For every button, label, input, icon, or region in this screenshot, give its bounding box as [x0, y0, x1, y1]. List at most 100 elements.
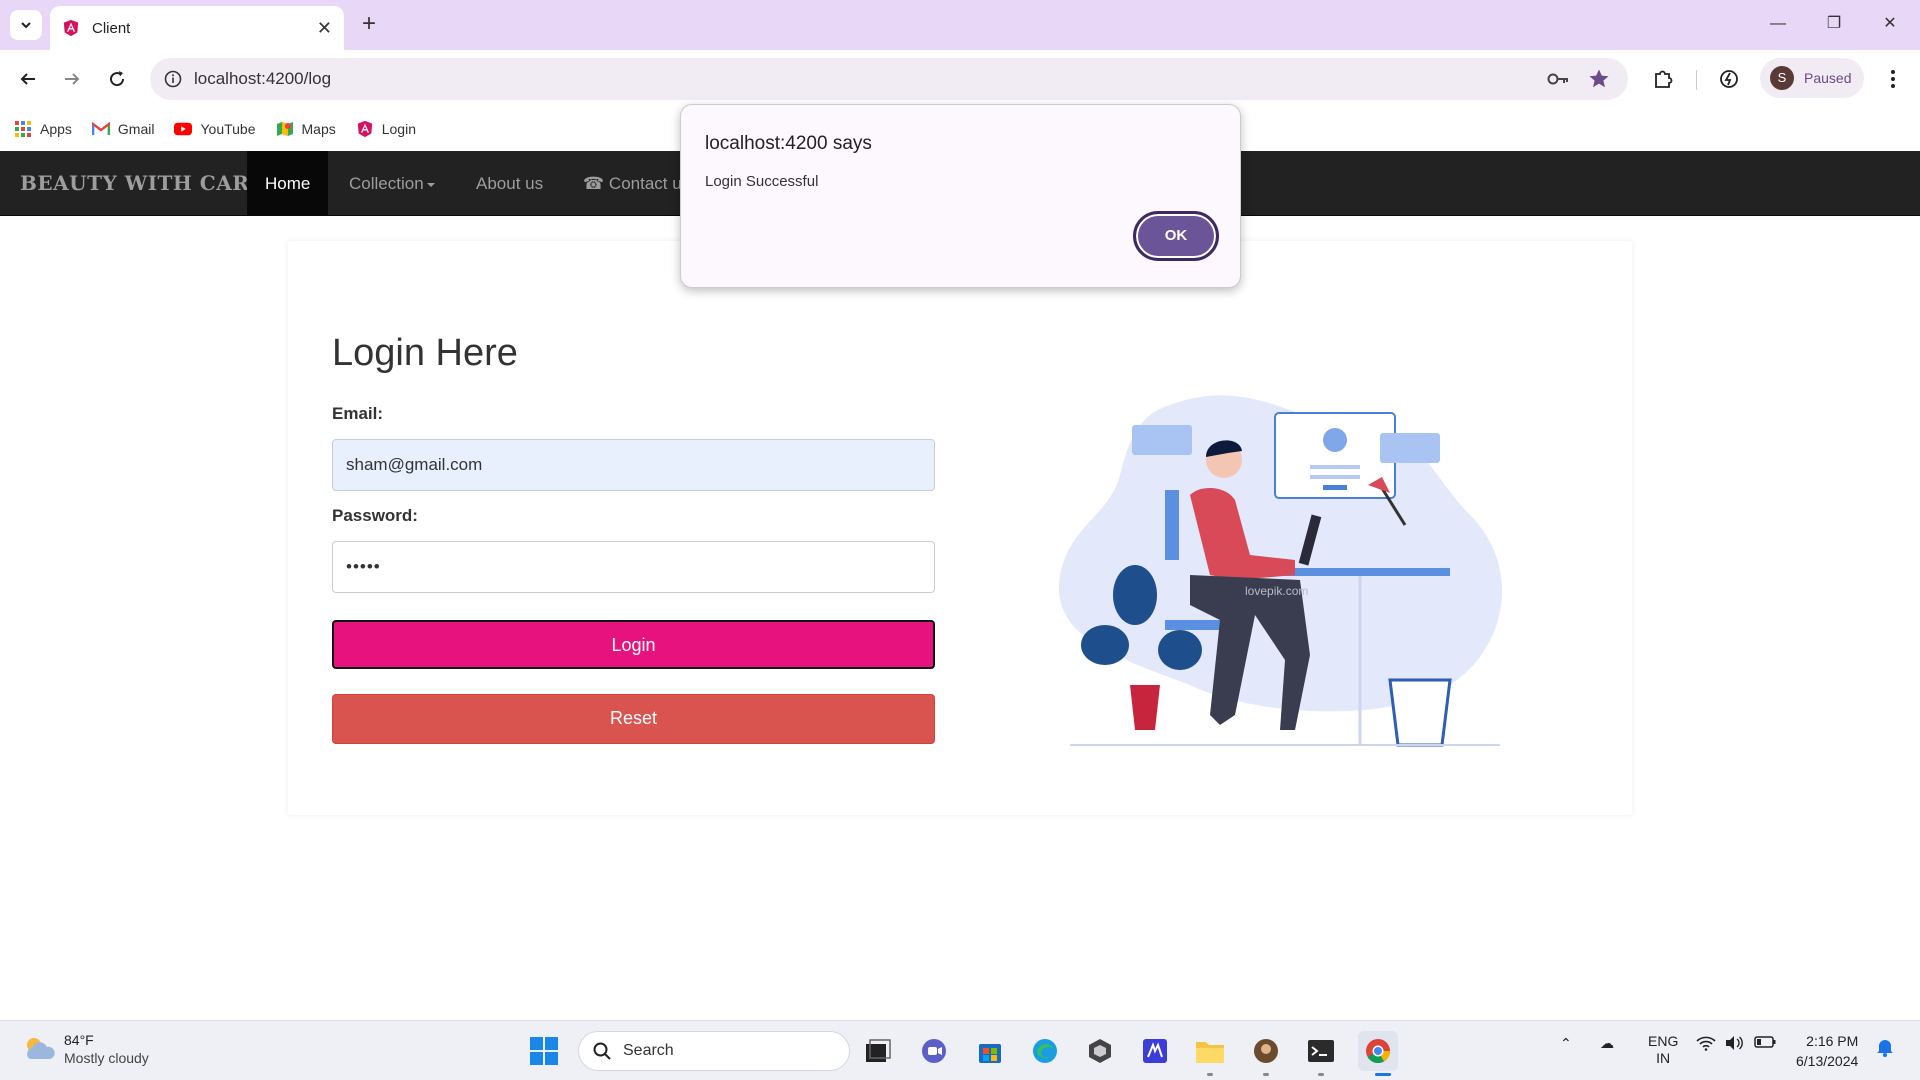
angular-icon	[63, 19, 79, 37]
arrow-left-icon	[20, 73, 35, 85]
tab-close-icon[interactable]: ✕	[317, 18, 332, 39]
password-key-icon[interactable]	[1544, 64, 1574, 94]
new-tab-button[interactable]: +	[354, 10, 384, 40]
clock-time: 2:16 PM	[1806, 1033, 1859, 1049]
reload-button[interactable]	[102, 64, 132, 94]
nav-label: Contact u	[608, 174, 682, 193]
password-label: Password:	[332, 506, 418, 525]
language-code: ENG	[1648, 1033, 1679, 1049]
wifi-icon[interactable]	[1696, 1035, 1716, 1054]
toolbar-divider	[1696, 70, 1697, 90]
bookmark-star-icon[interactable]	[1584, 64, 1614, 94]
unity-app-icon[interactable]	[1082, 1033, 1118, 1069]
nav-about[interactable]: About us	[458, 151, 561, 216]
restore-button[interactable]: ❐	[1814, 10, 1854, 40]
bookmark-maps[interactable]: Maps	[276, 120, 336, 138]
caret-down-icon	[426, 182, 435, 187]
extensions-puzzle-icon[interactable]	[1648, 64, 1678, 94]
bookmark-label: Apps	[40, 121, 72, 137]
running-indicator	[1207, 1073, 1213, 1076]
bookmark-apps[interactable]: Apps	[14, 120, 72, 138]
store-icon[interactable]	[972, 1033, 1008, 1069]
back-button[interactable]	[13, 64, 43, 94]
bookmark-gmail[interactable]: Gmail	[91, 120, 154, 138]
edge-browser-icon[interactable]	[1027, 1033, 1063, 1069]
bookmark-label: YouTube	[200, 121, 256, 137]
bookmark-label: Maps	[301, 121, 336, 137]
reset-button[interactable]: Reset	[332, 694, 935, 744]
chevron-down-icon	[21, 22, 31, 29]
browser-tab[interactable]: Client ✕	[50, 6, 344, 50]
alert-dialog: localhost:4200 says Login Successful OK	[680, 104, 1241, 288]
chat-app-icon[interactable]	[916, 1033, 952, 1069]
nav-collection[interactable]: Collection	[331, 151, 453, 216]
bookmark-youtube[interactable]: YouTube	[174, 120, 256, 138]
page-title: Login Here	[332, 332, 518, 374]
taskbar-search[interactable]: Search	[578, 1031, 850, 1071]
performance-icon[interactable]	[1714, 64, 1744, 94]
angular-icon	[356, 120, 374, 138]
minimize-button[interactable]: —	[1758, 10, 1798, 40]
email-field[interactable]: sham@gmail.com	[332, 439, 935, 491]
nav-home[interactable]: Home	[247, 151, 329, 216]
login-button[interactable]: Login	[332, 620, 935, 669]
brand-logo[interactable]: BEAUTY WITH CARE	[20, 171, 265, 195]
reload-icon	[110, 71, 125, 87]
weather-widget[interactable]: 84°F Mostly cloudy	[22, 1031, 149, 1067]
profile-status: Paused	[1804, 70, 1852, 86]
gmail-icon	[91, 120, 110, 138]
volume-icon[interactable]	[1724, 1035, 1744, 1054]
battery-icon[interactable]	[1754, 1035, 1776, 1052]
start-button[interactable]	[526, 1033, 562, 1069]
profile-button[interactable]: S Paused	[1760, 58, 1864, 98]
weather-description: Mostly cloudy	[64, 1050, 149, 1066]
nav-label: About us	[476, 174, 544, 193]
bookmark-label: Login	[381, 121, 416, 137]
trash-bin	[1388, 678, 1452, 747]
maps-icon	[276, 120, 294, 138]
chair-back	[1165, 490, 1179, 560]
watermark-text: lovepik.com	[1245, 584, 1308, 598]
app-avatar-icon[interactable]	[1248, 1033, 1284, 1069]
nav-label: Collection	[349, 174, 424, 193]
visual-studio-icon[interactable]	[1137, 1033, 1173, 1069]
terminal-icon[interactable]	[1303, 1033, 1339, 1069]
language-indicator[interactable]: ENG IN	[1648, 1033, 1678, 1067]
login-illustration: lovepik.com	[1058, 395, 1503, 747]
chrome-icon[interactable]	[1358, 1031, 1398, 1071]
browser-tab-strip: Client ✕ + — ❐ ✕	[0, 0, 1920, 50]
url-text: localhost:4200/log	[194, 69, 332, 88]
bookmark-login[interactable]: Login	[356, 120, 416, 138]
email-label: Email:	[332, 404, 384, 423]
running-indicator	[1318, 1073, 1324, 1076]
nav-label: Home	[265, 174, 311, 193]
forward-button[interactable]	[57, 64, 87, 94]
onedrive-icon[interactable]: ☁	[1600, 1035, 1614, 1052]
search-placeholder: Search	[623, 1042, 674, 1059]
chevron-up-icon[interactable]: ⌃	[1560, 1035, 1572, 1052]
site-info-icon[interactable]	[164, 70, 182, 88]
tab-search-button[interactable]	[10, 10, 42, 40]
chat-bubble-left	[1132, 425, 1192, 455]
file-explorer-icon[interactable]	[1192, 1033, 1228, 1069]
arrow-right-icon	[65, 73, 80, 85]
weather-temperature: 84°F	[64, 1032, 94, 1048]
running-indicator	[1263, 1073, 1269, 1076]
windows-logo-icon	[530, 1037, 558, 1065]
notification-bell-icon[interactable]	[1876, 1037, 1894, 1060]
youtube-icon	[174, 120, 193, 138]
password-field[interactable]: •••••	[332, 541, 935, 593]
ok-button[interactable]: OK	[1133, 211, 1219, 261]
dialog-title: localhost:4200 says	[705, 133, 872, 154]
address-bar[interactable]: localhost:4200/log	[150, 58, 1628, 100]
dialog-message: Login Successful	[705, 173, 819, 190]
phone-icon: ☎	[583, 174, 605, 193]
close-window-button[interactable]: ✕	[1870, 10, 1910, 40]
more-menu-icon[interactable]	[1878, 64, 1908, 94]
tab-title: Client	[92, 19, 131, 37]
apps-grid-icon	[14, 120, 32, 138]
cloud-sun-icon	[27, 1038, 55, 1059]
system-clock[interactable]: 2:16 PM 6/13/2024	[1796, 1031, 1858, 1071]
task-view-icon[interactable]	[860, 1033, 896, 1069]
region-code: IN	[1656, 1050, 1671, 1066]
